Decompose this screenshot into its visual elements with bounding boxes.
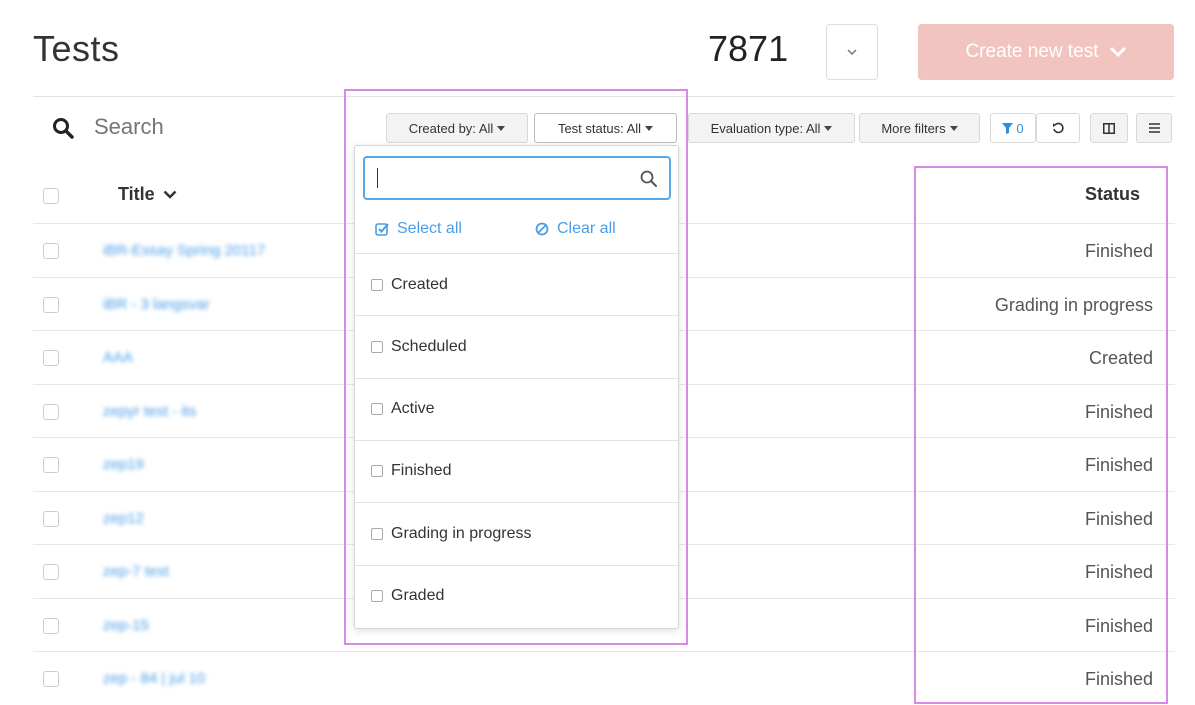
status-option-label: Finished [391,462,452,480]
table-row[interactable]: zep - 84 | jul 10 Finished [33,652,1175,705]
status-cell: Finished [1084,562,1153,582]
chevron-down-icon [1109,46,1126,58]
status-option-label: Graded [391,587,445,604]
columns-view-button[interactable] [1090,113,1128,143]
select-all-label: Select all [397,220,462,237]
test-title-link[interactable]: zep - 84 | jul 10 [103,670,205,687]
status-option[interactable]: Scheduled [355,315,678,377]
test-count: 7871 [708,28,789,69]
status-option[interactable]: Graded [355,564,678,627]
text-cursor [377,168,378,188]
status-cell: Finished [1084,241,1153,261]
row-checkbox[interactable] [43,510,59,527]
funnel-icon [1002,122,1014,134]
status-cell: Grading in progress [994,294,1153,315]
create-new-test-label: Create new test [965,41,1099,62]
select-all-button[interactable]: Select all [375,220,462,238]
status-search-input[interactable] [363,156,671,200]
list-view-button[interactable] [1136,113,1172,143]
caret-down-icon [824,125,833,131]
caret-down-icon [645,125,654,131]
create-new-test-button[interactable]: Create new test [918,24,1174,80]
status-cell: Finished [1084,455,1153,475]
created-by-filter[interactable]: Created by: All [386,113,528,143]
chevron-down-icon [163,190,177,199]
status-cell: Finished [1084,508,1153,529]
row-checkbox[interactable] [43,403,59,420]
test-title-link[interactable]: zep-15 [103,617,149,634]
status-option-label: Grading in progress [391,524,532,542]
page-title: Tests [33,28,120,69]
menu-icon [1148,123,1160,133]
status-column-header[interactable]: Status [1085,184,1140,205]
test-title-link[interactable]: zep19 [103,456,144,473]
test-title-link[interactable]: zep12 [103,510,144,527]
test-title-link[interactable]: iBR - 3 langsvar [103,296,210,313]
caret-down-icon [497,125,506,131]
select-all-rows-checkbox[interactable] [43,188,59,204]
active-filters-button[interactable]: 0 [990,113,1036,143]
test-title-link[interactable]: iBR-Essay Spring 20117 [103,242,265,259]
caret-down-icon [949,125,958,131]
status-option-label: Active [391,400,435,418]
row-checkbox[interactable] [43,243,59,259]
row-checkbox[interactable] [43,350,59,366]
header-divider [33,96,1175,97]
search-icon [640,170,657,187]
option-checkbox[interactable] [371,340,383,353]
option-checkbox[interactable] [371,590,383,602]
option-checkbox[interactable] [371,465,383,478]
status-option[interactable]: Grading in progress [355,502,678,564]
created-by-filter-label: Created by: All [408,120,494,136]
row-checkbox[interactable] [43,617,59,634]
columns-icon [1103,122,1115,134]
evaluation-type-filter[interactable]: Evaluation type: All [688,113,855,143]
title-column-header[interactable]: Title [118,184,177,205]
status-option-label: Scheduled [391,337,467,355]
more-filters-button[interactable]: More filters [859,113,980,143]
checkbox-checked-icon [375,223,389,236]
status-option-label: Created [391,275,448,293]
chevron-down-icon [847,49,857,55]
title-column-label: Title [118,184,155,204]
test-status-filter-label: Test status: All [557,120,642,136]
row-checkbox[interactable] [43,296,59,313]
test-title-link[interactable]: AAA [103,349,133,366]
option-checkbox[interactable] [371,527,383,540]
test-title-link[interactable]: zepyr test - its [103,403,196,420]
clear-all-button[interactable]: Clear all [535,220,616,238]
row-checkbox[interactable] [43,671,59,687]
evaluation-type-filter-label: Evaluation type: All [710,120,821,136]
test-status-filter[interactable]: Test status: All [534,113,677,143]
status-cell: Finished [1084,401,1153,422]
status-option[interactable]: Active [355,377,678,440]
status-option[interactable]: Created [355,253,678,315]
ban-icon [535,222,549,236]
search-icon [53,118,74,139]
test-title-link[interactable]: zep-7 test [103,563,169,580]
test-status-dropdown: Select all Clear all Created Scheduled Act… [354,145,679,629]
option-checkbox[interactable] [371,278,383,291]
reset-filters-button[interactable] [1036,113,1080,143]
count-toggle-button[interactable] [826,24,878,80]
status-cell: Created [1088,348,1153,368]
option-checkbox[interactable] [371,403,383,416]
status-cell: Finished [1084,669,1153,689]
row-checkbox[interactable] [43,564,59,580]
search-input[interactable] [94,111,334,143]
status-option[interactable]: Finished [355,439,678,502]
reset-icon [1053,122,1064,134]
more-filters-label: More filters [881,120,946,136]
active-filter-count: 0 [1016,120,1024,136]
clear-all-label: Clear all [557,220,616,237]
status-cell: Finished [1084,615,1153,636]
row-checkbox[interactable] [43,457,59,473]
